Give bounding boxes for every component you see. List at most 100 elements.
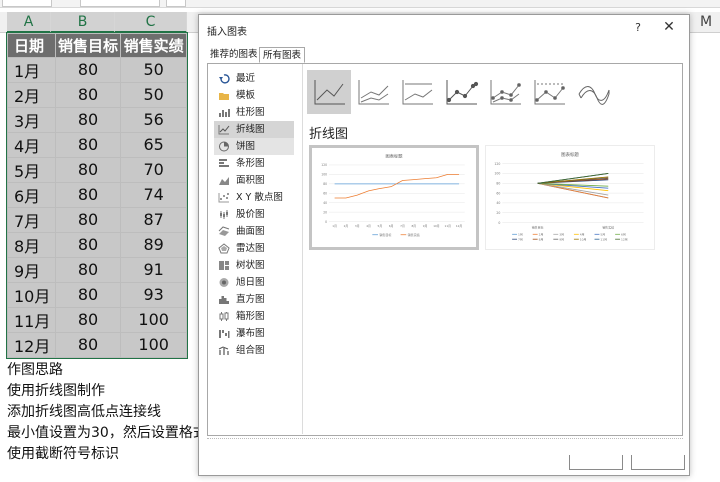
subtype-line[interactable] bbox=[307, 70, 351, 114]
table-row: 1月 80 50 bbox=[7, 56, 187, 83]
sales-table[interactable]: 日期 销售目标 销售实绩 1月 80 50 2月 80 50 3月 80 56 4月 80 65 5月 80 70… bbox=[6, 32, 188, 359]
table-cell[interactable]: 10月 bbox=[7, 281, 56, 308]
column-header-c[interactable]: C bbox=[115, 12, 187, 33]
x-tick-label: 销售实绩 bbox=[602, 224, 614, 229]
chart-type-item[interactable]: 模板 bbox=[214, 87, 294, 104]
table-header-cell[interactable]: 销售目标 bbox=[54, 33, 122, 58]
close-button[interactable]: ✕ bbox=[661, 19, 677, 35]
table-header-row: 日期 销售目标 销售实绩 bbox=[7, 33, 187, 58]
chart-type-item[interactable]: 柱形图 bbox=[214, 104, 294, 121]
table-cell[interactable]: 80 bbox=[54, 181, 122, 208]
table-cell[interactable]: 2月 bbox=[7, 81, 56, 108]
column-header-b[interactable]: B bbox=[51, 12, 115, 33]
formula-fragment bbox=[166, 0, 186, 7]
table-cell[interactable]: 12月 bbox=[7, 331, 56, 358]
table-cell[interactable]: 8月 bbox=[7, 231, 56, 258]
table-cell[interactable]: 4月 bbox=[7, 131, 56, 158]
table-cell[interactable]: 100 bbox=[120, 306, 187, 333]
tab-recommended-charts[interactable]: 推荐的图表 bbox=[207, 47, 261, 63]
chart-type-item[interactable]: 饼图 bbox=[214, 138, 294, 155]
chart-type-item[interactable]: 直方图 bbox=[214, 291, 294, 308]
x-tick-label: 6月 bbox=[389, 224, 394, 228]
table-cell[interactable]: 93 bbox=[120, 281, 187, 308]
table-cell[interactable]: 100 bbox=[120, 331, 187, 358]
table-cell[interactable]: 74 bbox=[120, 181, 187, 208]
chart-type-item[interactable]: 面积图 bbox=[214, 172, 294, 189]
treemap-chart-icon bbox=[218, 260, 230, 271]
x-tick-label: 销售目标 bbox=[532, 224, 544, 229]
waterfall-chart-icon bbox=[218, 328, 230, 339]
ok-button[interactable] bbox=[569, 455, 623, 470]
table-header-cell[interactable]: 销售实绩 bbox=[120, 33, 187, 58]
table-cell[interactable]: 1月 bbox=[7, 56, 56, 83]
table-cell[interactable]: 80 bbox=[54, 231, 122, 258]
subtype-stacked-line-markers[interactable] bbox=[483, 70, 527, 114]
chart-type-item[interactable]: 雷达图 bbox=[214, 240, 294, 257]
table-cell[interactable]: 65 bbox=[120, 131, 187, 158]
tab-all-charts[interactable]: 所有图表 bbox=[259, 47, 306, 63]
subtype-3d-line[interactable] bbox=[571, 70, 615, 114]
column-header-a[interactable]: A bbox=[7, 12, 51, 33]
table-cell[interactable]: 70 bbox=[120, 156, 187, 183]
y-tick-label: 40 bbox=[323, 201, 327, 205]
table-cell[interactable]: 91 bbox=[120, 256, 187, 283]
chart-type-item[interactable]: 曲面图 bbox=[214, 223, 294, 240]
table-cell[interactable]: 50 bbox=[120, 56, 187, 83]
table-cell[interactable]: 80 bbox=[54, 106, 122, 133]
chart-type-item[interactable]: 股价图 bbox=[214, 206, 294, 223]
table-cell[interactable]: 87 bbox=[120, 206, 187, 233]
chart-type-item[interactable]: X Y 散点图 bbox=[214, 189, 294, 206]
cancel-button[interactable] bbox=[631, 455, 685, 470]
chart-type-item[interactable]: 瀑布图 bbox=[214, 325, 294, 342]
table-cell[interactable]: 80 bbox=[54, 306, 122, 333]
table-cell[interactable]: 9月 bbox=[7, 256, 56, 283]
legend-label: 销售实绩 bbox=[408, 232, 420, 237]
table-row: 11月 80 100 bbox=[7, 306, 187, 333]
table-cell[interactable]: 56 bbox=[120, 106, 187, 133]
scatter-chart-icon bbox=[218, 192, 230, 203]
table-cell[interactable]: 80 bbox=[54, 281, 122, 308]
x-tick-label: 3月 bbox=[355, 224, 360, 228]
chart-type-item[interactable]: 旭日图 bbox=[214, 274, 294, 291]
table-cell[interactable]: 50 bbox=[120, 81, 187, 108]
subtype-row bbox=[307, 70, 637, 114]
folder-icon bbox=[218, 90, 230, 101]
table-cell[interactable]: 80 bbox=[54, 156, 122, 183]
table-cell[interactable]: 6月 bbox=[7, 181, 56, 208]
dialog-title: 插入图表 bbox=[207, 27, 247, 38]
table-cell[interactable]: 80 bbox=[54, 81, 122, 108]
table-cell[interactable]: 5月 bbox=[7, 156, 56, 183]
table-cell[interactable]: 11月 bbox=[7, 306, 56, 333]
chart-title: 图表标题 bbox=[561, 151, 579, 158]
name-box[interactable] bbox=[2, 0, 52, 7]
chart-type-item[interactable]: 折线图 bbox=[214, 121, 294, 138]
chart-type-item[interactable]: 最近 bbox=[214, 70, 294, 87]
table-header-cell[interactable]: 日期 bbox=[7, 33, 56, 58]
table-cell[interactable]: 80 bbox=[54, 131, 122, 158]
formula-input[interactable] bbox=[80, 0, 160, 7]
subtype-line-markers[interactable] bbox=[439, 70, 483, 114]
chart-preview-by-series[interactable]: 图表标题 120 100 80 60 40 20 0 销售目标 销售实绩 1月 2月 3月 4月 5月 6月 7… bbox=[485, 145, 655, 250]
x-tick-label: 8月 bbox=[411, 224, 416, 228]
chart-type-item[interactable]: 箱形图 bbox=[214, 308, 294, 325]
subtype-100-stacked-line[interactable] bbox=[395, 70, 439, 114]
table-cell[interactable]: 89 bbox=[120, 231, 187, 258]
help-button[interactable]: ? bbox=[631, 21, 645, 34]
subtype-100-stacked-line-markers[interactable] bbox=[527, 70, 571, 114]
column-header-m[interactable]: M bbox=[700, 12, 712, 33]
subtype-stacked-line[interactable] bbox=[351, 70, 395, 114]
chart-type-item[interactable]: 组合图 bbox=[214, 342, 294, 359]
note-line: 最小值设置为30，然后设置格式 bbox=[7, 425, 207, 441]
chart-preview-by-month[interactable]: 图表标题 120 100 80 60 40 20 0 1月 2月 3月 4月 5月 6月 7月 8月 9月 10月… bbox=[309, 145, 479, 250]
chart-type-item[interactable]: 树状图 bbox=[214, 257, 294, 274]
chart-type-item[interactable]: 条形图 bbox=[214, 155, 294, 172]
table-cell[interactable]: 80 bbox=[54, 256, 122, 283]
notes-block: 作图思路 使用折线图制作 添加折线图高低点连接线 最小值设置为30，然后设置格式… bbox=[7, 360, 207, 465]
table-cell[interactable]: 80 bbox=[54, 331, 122, 358]
table-cell[interactable]: 80 bbox=[54, 206, 122, 233]
x-tick-label: 11月 bbox=[445, 224, 452, 228]
chart-type-label: 最近 bbox=[236, 73, 256, 84]
table-cell[interactable]: 7月 bbox=[7, 206, 56, 233]
table-cell[interactable]: 3月 bbox=[7, 106, 56, 133]
table-cell[interactable]: 80 bbox=[54, 56, 122, 83]
